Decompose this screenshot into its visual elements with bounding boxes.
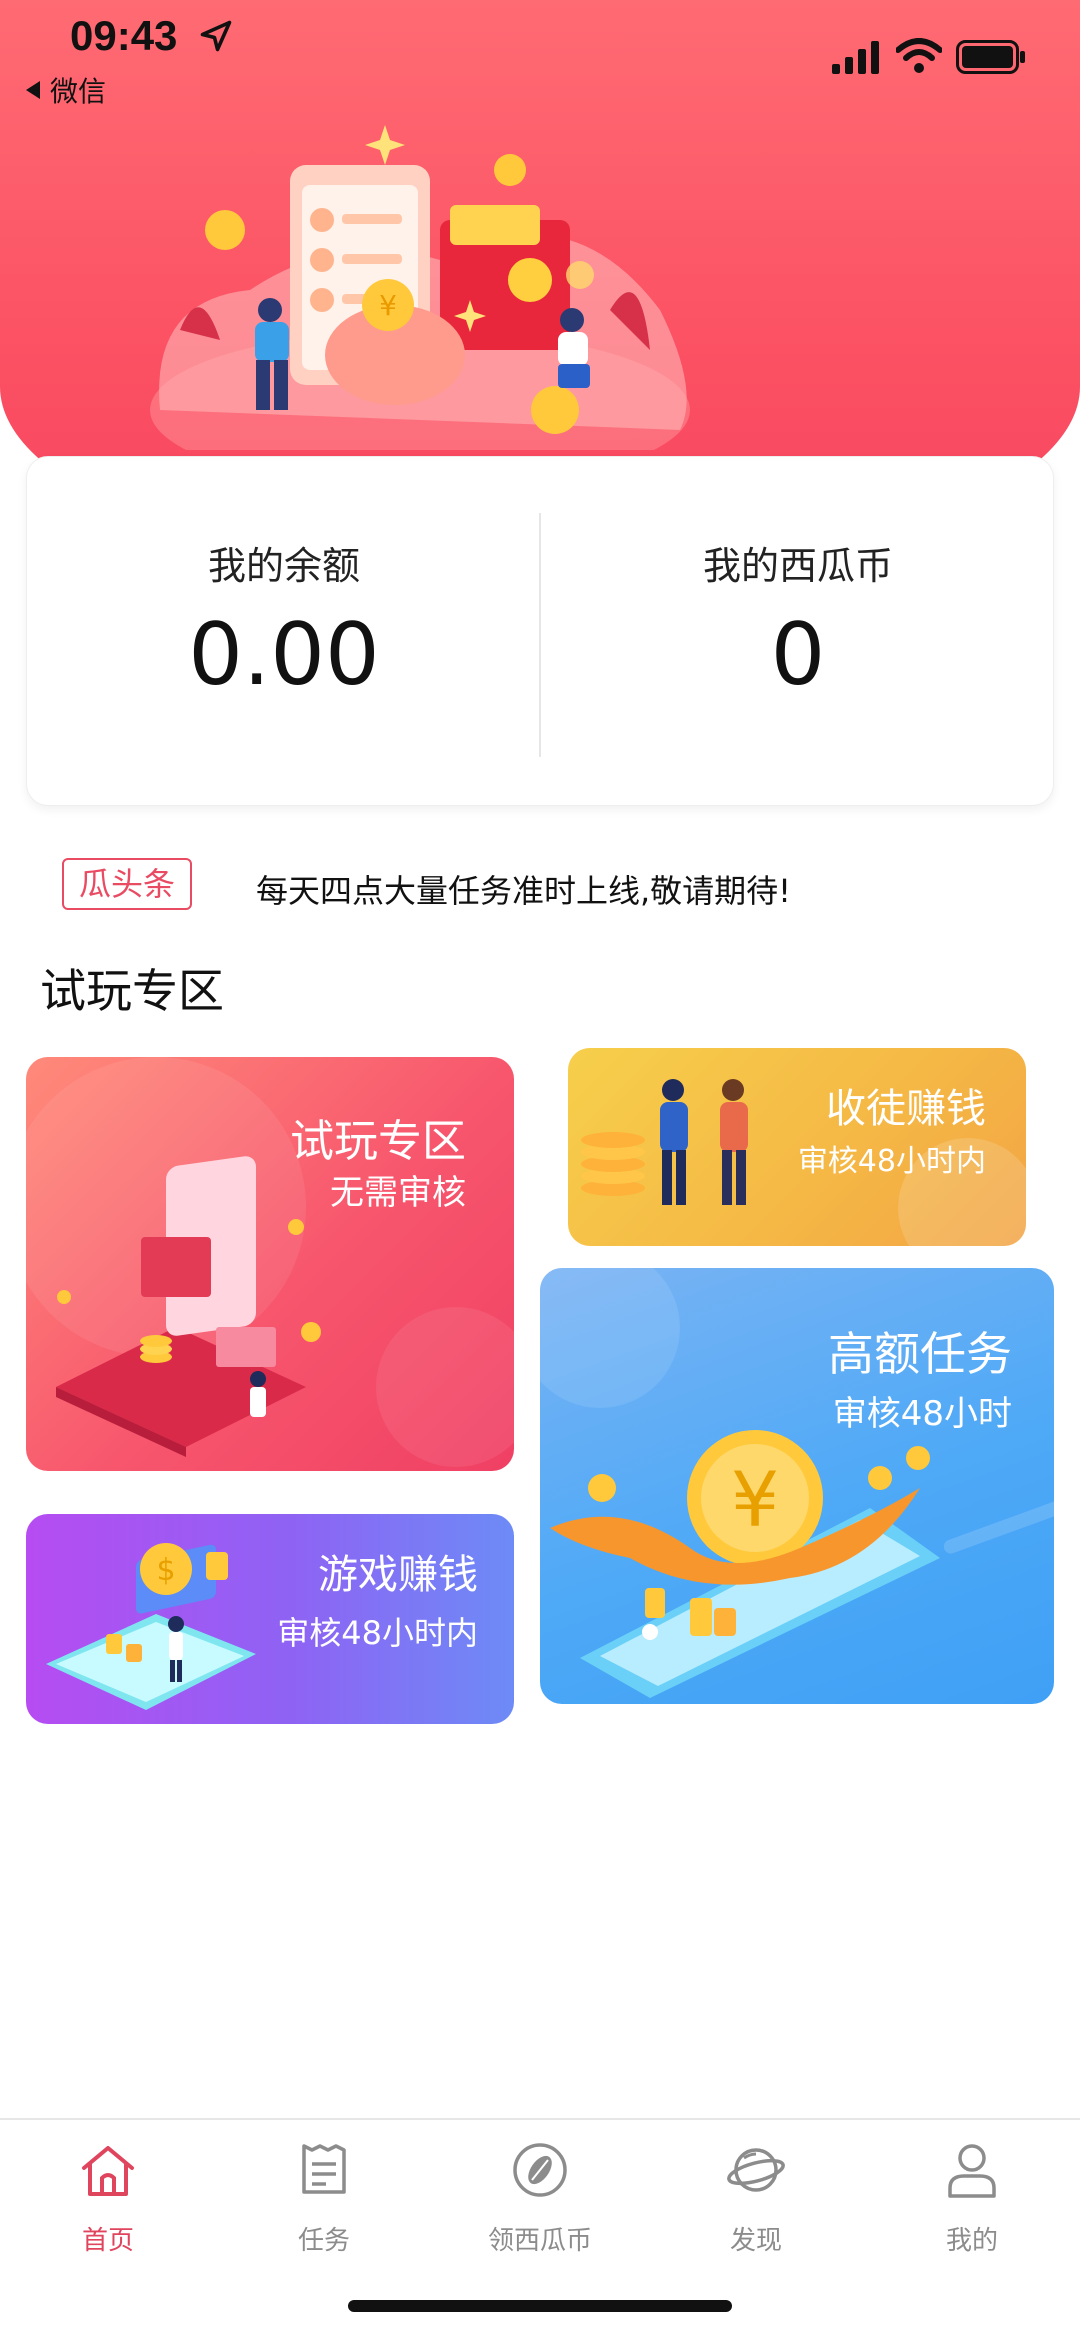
svg-text:¥: ¥ (731, 1455, 779, 1544)
recruit-card[interactable]: 收徒赚钱 审核48小时内 (568, 1048, 1026, 1246)
melon-seed-icon (513, 2143, 567, 2197)
news-ticker[interactable]: 瓜头条 每天四点大量任务准时上线,敬请期待! (60, 858, 1020, 912)
tab-tasks[interactable]: 任务 (216, 2140, 432, 2270)
recruit-subtitle: 审核48小时内 (797, 1144, 986, 1179)
back-to-app-link[interactable]: 微信 (26, 70, 106, 110)
home-icon (82, 2146, 134, 2196)
planet-icon (727, 2148, 785, 2192)
status-bar: 09:43 微信 (0, 0, 1080, 120)
trial-zone-card[interactable]: 试玩专区 无需审核 (26, 1057, 514, 1471)
high-reward-subtitle: 审核48小时 (832, 1394, 1012, 1434)
tab-discover[interactable]: 发现 (648, 2140, 864, 2270)
task-icon (302, 2144, 346, 2194)
game-earn-card[interactable]: $ 游戏赚钱 审核48小时内 (26, 1514, 514, 1724)
balance-section[interactable]: 我的余额 0.00 (27, 457, 541, 807)
svg-text:$: $ (156, 1553, 175, 1588)
home-indicator[interactable] (348, 2300, 732, 2312)
back-arrow-icon (26, 81, 40, 99)
coins-section[interactable]: 我的西瓜币 0 (541, 457, 1055, 807)
recruit-title: 收徒赚钱 (826, 1086, 986, 1132)
high-reward-title: 高额任务 (828, 1327, 1012, 1381)
tab-discover-label: 发现 (729, 2226, 782, 2256)
battery-icon (956, 40, 1025, 74)
balance-label: 我的余额 (207, 544, 360, 588)
section-title: 试玩专区 (40, 964, 224, 1018)
balance-card: 我的余额 0.00 我的西瓜币 0 (26, 456, 1054, 806)
tab-collect-coins-label: 领西瓜币 (487, 2226, 592, 2256)
trial-zone-title: 试玩专区 (290, 1116, 466, 1167)
tab-home-label: 首页 (81, 2226, 134, 2256)
tab-profile-label: 我的 (945, 2226, 998, 2256)
location-arrow-icon (200, 20, 232, 52)
status-time: 09:43 (70, 12, 178, 59)
tab-tasks-label: 任务 (297, 2226, 350, 2256)
news-tag: 瓜头条 (62, 858, 192, 910)
tab-profile[interactable]: 我的 (864, 2140, 1080, 2270)
balance-value: 0.00 (188, 605, 380, 705)
game-earn-title: 游戏赚钱 (318, 1552, 478, 1598)
hero-illustration: ¥ (150, 125, 690, 450)
coins-value: 0 (770, 605, 826, 705)
high-reward-card[interactable]: ¥ 高额任务 审核48小时 (540, 1268, 1054, 1704)
game-earn-subtitle: 审核48小时内 (277, 1614, 478, 1652)
svg-text:¥: ¥ (379, 289, 397, 322)
wifi-icon (896, 38, 942, 73)
tab-home[interactable]: 首页 (0, 2140, 216, 2270)
user-icon (948, 2144, 996, 2198)
back-app-label: 微信 (50, 75, 107, 108)
signal-icon (832, 41, 879, 74)
news-text: 每天四点大量任务准时上线,敬请期待! (256, 872, 792, 910)
tab-collect-coins[interactable]: 领西瓜币 (432, 2140, 648, 2270)
trial-zone-subtitle: 无需审核 (330, 1173, 466, 1213)
coins-label: 我的西瓜币 (702, 544, 893, 588)
